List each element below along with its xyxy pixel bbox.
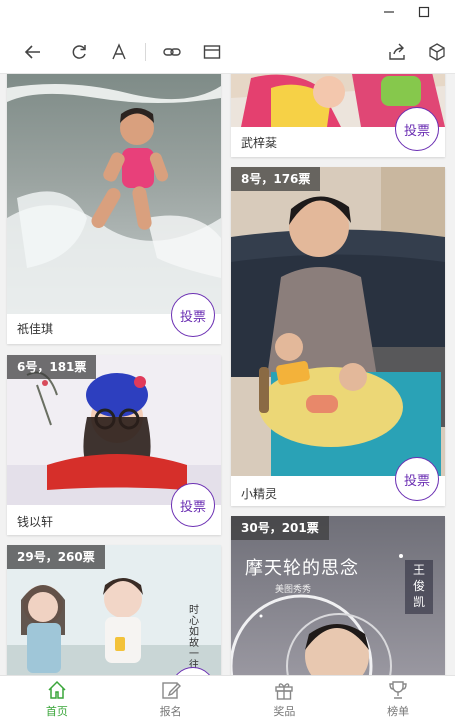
entry-card[interactable]: 6号，181票 投票 钱以轩 [7, 355, 221, 535]
vote-button[interactable]: 投票 [171, 293, 215, 337]
bottom-tab-bar: 首页 报名 奖品 榜单 [0, 675, 455, 721]
entry-badge: 8号，176票 [231, 167, 321, 191]
share-icon[interactable] [383, 38, 411, 66]
tab-label: 奖品 [273, 704, 296, 718]
browser-toolbar [0, 30, 455, 74]
photo-name-text: 王俊凯 [412, 563, 425, 609]
toolbar-divider [145, 43, 146, 61]
window-icon[interactable] [198, 38, 226, 66]
refresh-icon[interactable] [65, 38, 93, 66]
home-icon [46, 679, 68, 701]
tab-home[interactable]: 首页 [0, 676, 114, 721]
window-titlebar [0, 0, 455, 26]
link-icon[interactable] [158, 38, 186, 66]
entry-name: 钱以轩 [17, 515, 54, 529]
gift-icon [273, 679, 295, 701]
photo-subtitle-text: 美图秀秀 [275, 585, 312, 595]
tab-label: 报名 [159, 704, 182, 718]
entry-card[interactable]: 8号，176票 投票 小精灵 [231, 167, 445, 506]
entry-badge: 6号，181票 [7, 355, 97, 379]
entry-feed[interactable]: 投票 祇佳琪 6号，181票 投票 钱以轩 时心如故一往 29号，260票 投票… [0, 74, 455, 675]
entry-name: 祇佳琪 [17, 322, 54, 336]
edit-icon [160, 679, 182, 701]
tab-label: 榜单 [387, 704, 410, 718]
entry-badge: 29号，260票 [7, 545, 105, 569]
entry-card[interactable]: 投票 祇佳琪 [7, 74, 221, 344]
tab-label: 首页 [45, 704, 68, 718]
photo-title-text: 摩天轮的思念 [245, 558, 359, 579]
font-size-icon[interactable] [105, 38, 133, 66]
entry-card[interactable]: 时心如故一往情深 29号，260票 [7, 545, 221, 675]
trophy-icon [387, 679, 409, 701]
cube-icon[interactable] [423, 38, 451, 66]
vote-button[interactable]: 投票 [171, 483, 215, 527]
entry-name: 小精灵 [241, 487, 278, 501]
entry-photo[interactable] [231, 167, 445, 476]
entry-card[interactable]: 摩天轮的思念 美图秀秀 王俊凯 30号，201票 [231, 516, 445, 675]
minimize-icon[interactable] [378, 2, 400, 22]
vote-button[interactable]: 投票 [395, 107, 439, 151]
tab-signup[interactable]: 报名 [114, 676, 228, 721]
vote-button[interactable]: 投票 [395, 457, 439, 501]
entry-card[interactable]: 投票 武梓棻 [231, 74, 445, 157]
tab-prizes[interactable]: 奖品 [228, 676, 342, 721]
entry-photo[interactable] [7, 74, 221, 314]
entry-badge: 30号，201票 [231, 516, 329, 540]
tab-ranking[interactable]: 榜单 [341, 676, 455, 721]
back-icon[interactable] [19, 38, 47, 66]
maximize-icon[interactable] [413, 2, 435, 22]
entry-name: 武梓棻 [241, 136, 278, 150]
photo-poem-text: 时心如故一往情深 [189, 605, 199, 675]
